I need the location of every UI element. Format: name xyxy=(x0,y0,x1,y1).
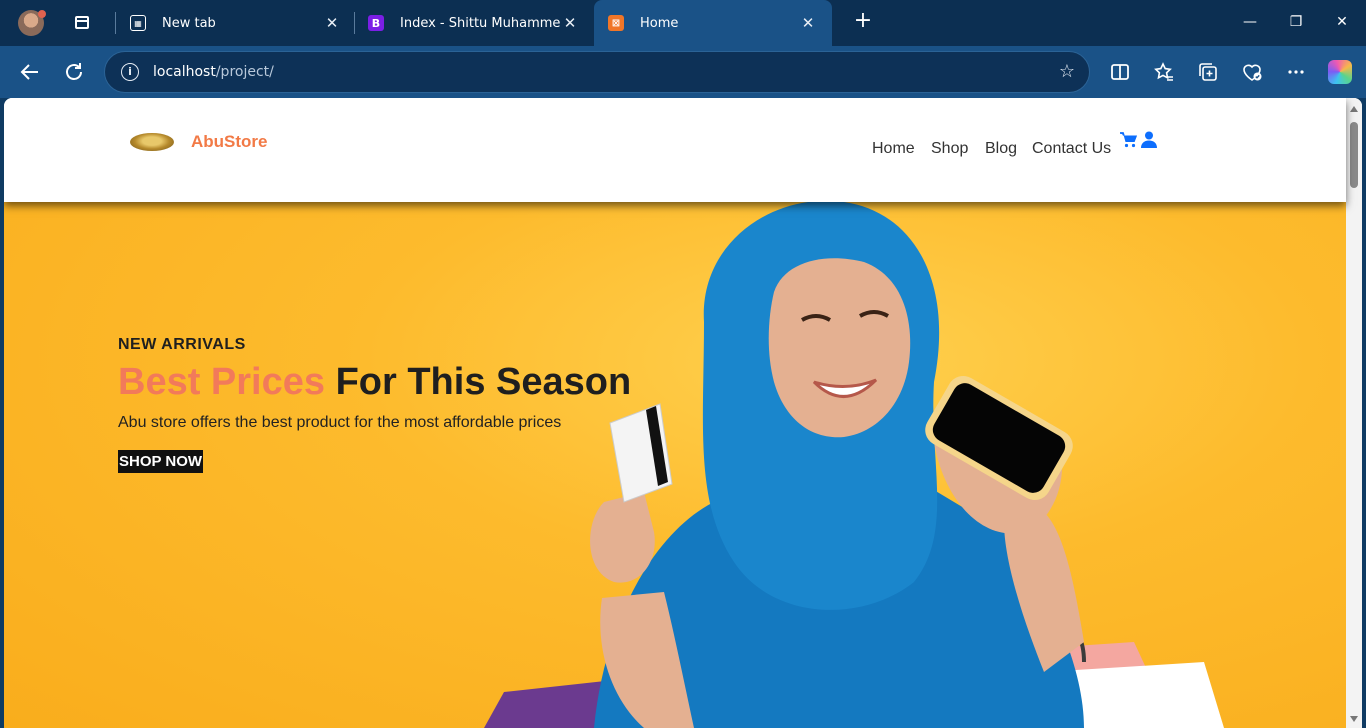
minimize-button[interactable]: — xyxy=(1240,12,1260,32)
nav-contact-us[interactable]: Contact Us xyxy=(1032,140,1111,158)
profile-status-dot xyxy=(38,10,46,18)
shop-now-button[interactable]: SHOP NOW xyxy=(118,450,204,473)
page-viewport: AbuStore Home Shop Blog Contact Us NEW A… xyxy=(4,98,1362,728)
cart-icon[interactable] xyxy=(1120,132,1138,148)
refresh-icon[interactable] xyxy=(62,60,86,84)
restore-button[interactable]: ❐ xyxy=(1286,12,1306,32)
nav-blog[interactable]: Blog xyxy=(985,140,1017,158)
hero-headline-accent: Best Prices xyxy=(118,361,326,403)
new-tab-button[interactable]: + xyxy=(852,10,874,33)
nav-home[interactable]: Home xyxy=(872,140,915,158)
tab-separator xyxy=(115,12,116,34)
bootstrap-icon: B xyxy=(368,15,384,31)
hero-headline: Best Prices For This Season xyxy=(118,360,631,404)
hero-text-block: NEW ARRIVALS Best Prices For This Season… xyxy=(118,336,631,473)
url-text[interactable]: localhost/project/ xyxy=(153,64,274,80)
star-icon[interactable]: ☆ xyxy=(1059,61,1075,82)
tab-actions-icon[interactable] xyxy=(70,11,94,35)
hero-subtext: Abu store offers the best product for th… xyxy=(118,414,562,431)
user-icon[interactable] xyxy=(1141,131,1157,148)
close-tab-icon[interactable]: ✕ xyxy=(560,14,580,32)
tab-strip: ▦ New tab ✕ B Index - Shittu Muhammed ✕ … xyxy=(0,0,1366,46)
hero-banner: NEW ARRIVALS Best Prices For This Season… xyxy=(4,202,1346,728)
scroll-up-arrow-icon[interactable] xyxy=(1350,106,1358,112)
address-bar[interactable]: i localhost/project/ ☆ xyxy=(104,51,1090,93)
close-window-button[interactable]: ✕ xyxy=(1332,12,1352,32)
back-arrow-icon[interactable] xyxy=(18,60,42,84)
brand-name[interactable]: AbuStore xyxy=(191,132,268,152)
close-tab-icon[interactable]: ✕ xyxy=(798,14,818,32)
page-scrollbar[interactable] xyxy=(1346,98,1362,728)
store-logo[interactable] xyxy=(130,133,174,151)
scroll-down-arrow-icon[interactable] xyxy=(1350,716,1358,722)
new-tab-page-icon: ▦ xyxy=(130,15,146,31)
xampp-icon: ⊠ xyxy=(608,15,624,31)
hero-kicker: NEW ARRIVALS xyxy=(118,336,246,353)
site-info-icon[interactable]: i xyxy=(121,63,139,81)
tab-new-tab[interactable]: ▦ New tab ✕ xyxy=(122,0,350,46)
favorites-icon[interactable] xyxy=(1152,60,1176,84)
hero-headline-rest: For This Season xyxy=(335,361,632,403)
tab-separator xyxy=(354,12,355,34)
tab-index[interactable]: B Index - Shittu Muhammed ✕ xyxy=(360,0,588,46)
tab-title: New tab xyxy=(162,15,216,31)
copilot-icon[interactable] xyxy=(1328,60,1352,84)
more-icon[interactable] xyxy=(1284,60,1308,84)
tab-title: Index - Shittu Muhammed xyxy=(400,15,560,31)
browser-toolbar: i localhost/project/ ☆ xyxy=(0,46,1366,98)
split-screen-icon[interactable] xyxy=(1108,60,1132,84)
tab-title: Home xyxy=(640,15,679,31)
nav-shop[interactable]: Shop xyxy=(931,140,968,158)
site-header: AbuStore Home Shop Blog Contact Us xyxy=(4,98,1346,202)
tab-home[interactable]: ⊠ Home ✕ xyxy=(594,0,832,46)
scrollbar-thumb[interactable] xyxy=(1350,122,1358,188)
browser-essentials-icon[interactable] xyxy=(1240,60,1264,84)
close-tab-icon[interactable]: ✕ xyxy=(322,14,342,32)
collections-icon[interactable] xyxy=(1196,60,1220,84)
